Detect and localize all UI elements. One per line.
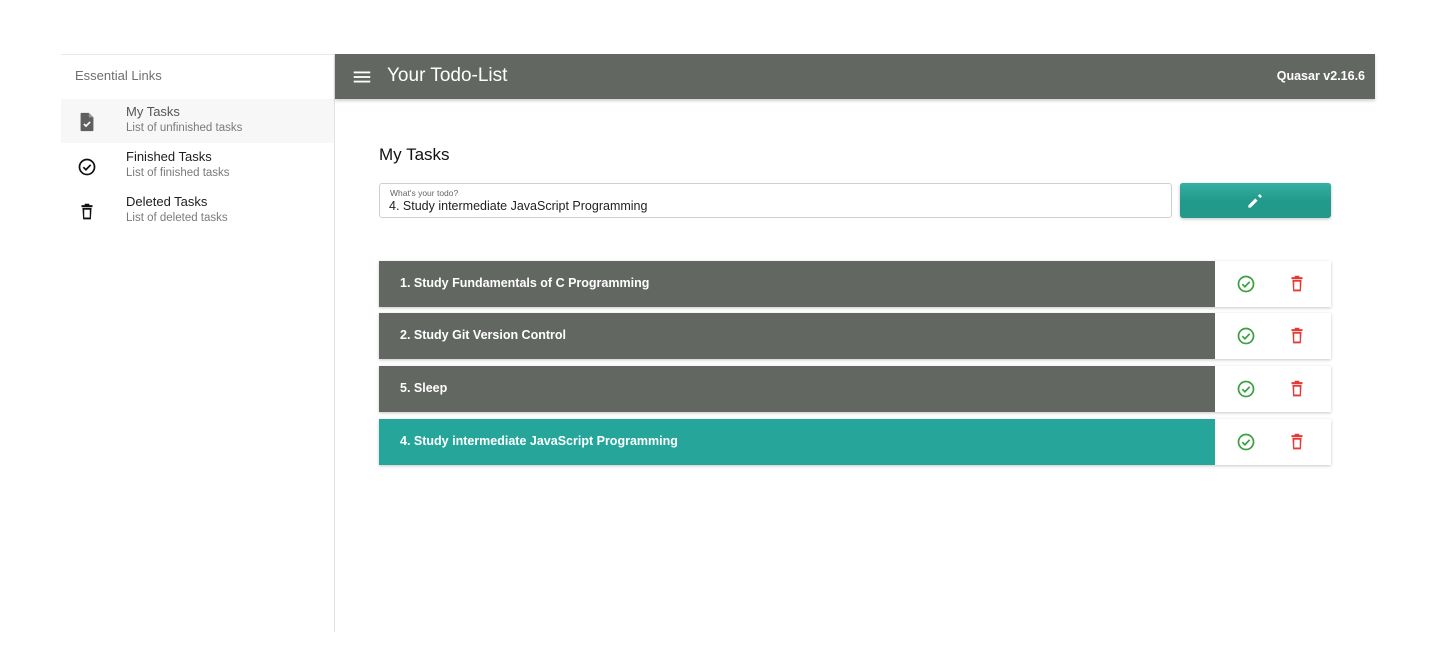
nav-item-caption: List of unfinished tasks (126, 122, 243, 134)
pencil-icon (1248, 194, 1262, 208)
todo-field[interactable]: What's your todo? (379, 183, 1172, 218)
task-actions (1215, 313, 1331, 359)
check-circle-icon (76, 156, 98, 178)
task-actions (1215, 261, 1331, 307)
nav-item-title: Finished Tasks (126, 149, 212, 164)
nav-item-caption: List of deleted tasks (126, 212, 228, 224)
app-header: Your Todo-List Quasar v2.16.6 (335, 54, 1375, 99)
task-text: 2. Study Git Version Control (400, 328, 566, 342)
check-circle-icon[interactable] (1235, 273, 1257, 295)
todo-input[interactable] (389, 198, 1159, 214)
nav-item-deleted-tasks[interactable]: Deleted Tasks List of deleted tasks (61, 189, 334, 233)
trash-icon (76, 201, 98, 223)
task-row-selected: 4. Study intermediate JavaScript Program… (379, 419, 1331, 465)
check-circle-icon[interactable] (1235, 325, 1257, 347)
version-label: Quasar v2.16.6 (1276, 69, 1365, 83)
drawer: Essential Links My Tasks List of unfinis… (61, 54, 335, 632)
task-actions (1215, 419, 1331, 465)
drawer-header: Essential Links (75, 68, 162, 83)
page-title: My Tasks (379, 145, 450, 164)
trash-icon[interactable] (1286, 431, 1308, 453)
task-text: 1. Study Fundamentals of C Programming (400, 276, 650, 290)
trash-icon[interactable] (1286, 273, 1308, 295)
task-text: 5. Sleep (400, 381, 448, 395)
nav-item-caption: List of finished tasks (126, 167, 230, 179)
task-row: 2. Study Git Version Control (379, 313, 1331, 359)
task-item[interactable]: 5. Sleep (379, 366, 1215, 412)
app-root: Essential Links My Tasks List of unfinis… (61, 54, 1375, 632)
nav-item-finished-tasks[interactable]: Finished Tasks List of finished tasks (61, 144, 334, 188)
task-actions (1215, 366, 1331, 412)
task-item[interactable]: 2. Study Git Version Control (379, 313, 1215, 359)
task-item[interactable]: 4. Study intermediate JavaScript Program… (379, 419, 1215, 465)
nav-item-my-tasks[interactable]: My Tasks List of unfinished tasks (61, 99, 334, 143)
task-text: 4. Study intermediate JavaScript Program… (400, 434, 678, 448)
task-row: 1. Study Fundamentals of C Programming (379, 261, 1331, 307)
task-doc-icon (76, 111, 98, 133)
menu-icon[interactable] (351, 66, 373, 88)
trash-icon[interactable] (1286, 378, 1308, 400)
task-item[interactable]: 1. Study Fundamentals of C Programming (379, 261, 1215, 307)
edit-task-button[interactable] (1180, 183, 1331, 218)
task-row: 5. Sleep (379, 366, 1331, 412)
nav-item-title: My Tasks (126, 104, 180, 119)
check-circle-icon[interactable] (1235, 431, 1257, 453)
trash-icon[interactable] (1286, 325, 1308, 347)
nav-item-title: Deleted Tasks (126, 194, 208, 209)
todo-field-label: What's your todo? (390, 188, 459, 198)
app-title: Your Todo-List (387, 65, 508, 86)
check-circle-icon[interactable] (1235, 378, 1257, 400)
